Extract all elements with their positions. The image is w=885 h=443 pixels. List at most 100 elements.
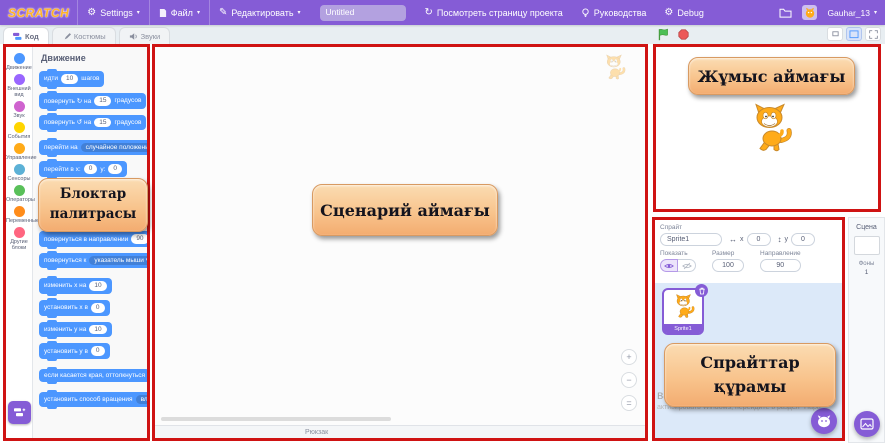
stage-selector[interactable]: Сцена Фоны 1 <box>848 217 885 443</box>
sprite-size-input[interactable]: 100 <box>712 259 744 272</box>
see-project-page-button[interactable]: ↻ Посмотреть страницу проекта <box>416 0 572 25</box>
tutorials-button[interactable]: Руководства <box>572 0 656 25</box>
project-name-input[interactable]: Untitled <box>319 4 406 21</box>
category-item[interactable]: Звук <box>6 101 32 119</box>
chevron-down-icon: ▾ <box>873 10 877 16</box>
annotation-script-area: Сценарий аймағы <box>312 184 498 236</box>
palette-block[interactable]: повернуть ↺ на 15 градусов <box>39 112 147 133</box>
palette-block[interactable]: если касается края, оттолкнуться <box>39 367 147 385</box>
fullscreen-button[interactable] <box>865 27 881 41</box>
avatar[interactable] <box>802 5 818 20</box>
category-label: Операторы <box>6 197 35 204</box>
block-input[interactable]: 10 <box>89 324 107 335</box>
green-flag-button[interactable] <box>657 28 670 41</box>
category-label: Сенсоры <box>7 176 31 183</box>
large-stage-button[interactable] <box>846 27 862 41</box>
category-item[interactable]: События <box>6 122 32 140</box>
block-dropdown[interactable]: влево-вправо <box>135 395 147 405</box>
category-item[interactable]: Операторы <box>6 185 35 204</box>
small-stage-button[interactable] <box>827 27 843 41</box>
tab-sounds-label: Звуки <box>140 31 161 41</box>
category-item[interactable]: Другие блоки <box>6 227 32 251</box>
palette-block[interactable]: изменить y на 10 <box>39 319 112 340</box>
menu-settings[interactable]: ⚙ Settings ▾ <box>77 0 149 25</box>
category-item[interactable]: Управление <box>6 143 37 161</box>
folder-icon[interactable] <box>779 7 792 18</box>
palette-block[interactable]: повернуться к указатель мыши <box>39 250 147 270</box>
tab-code[interactable]: Код <box>3 27 49 44</box>
tab-sounds[interactable]: Звуки <box>118 27 171 44</box>
menu-bar: SCRATCH ⚙ Settings ▾ Файл ▾ ✎ Редактиров… <box>0 0 885 25</box>
sprite-name-input[interactable]: Sprite1 <box>660 233 722 246</box>
category-item[interactable]: Сенсоры <box>6 164 32 182</box>
size-label: Размер <box>712 250 735 257</box>
sprite-x-input[interactable]: 0 <box>746 233 771 246</box>
block-text: y: <box>100 165 106 173</box>
zoom-button[interactable]: + <box>621 349 637 365</box>
sprite-y-input[interactable]: 0 <box>791 233 815 246</box>
menu-file[interactable]: Файл ▾ <box>148 0 209 25</box>
user-menu[interactable]: Gauhar_13 ▾ <box>827 8 877 18</box>
block-input[interactable]: 10 <box>89 280 107 291</box>
tutorials-label: Руководства <box>593 7 647 18</box>
stop-button[interactable] <box>678 29 689 40</box>
palette-block[interactable]: идти 10 шагов <box>39 69 105 89</box>
speaker-icon <box>129 32 138 41</box>
tab-costumes[interactable]: Костюмы <box>51 27 116 44</box>
horizontal-arrows-icon: ↔ <box>729 235 737 244</box>
palette-block[interactable]: повернуть ↻ на 15 градусов <box>39 90 147 111</box>
debug-button[interactable]: ⚙ Debug <box>655 0 713 25</box>
palette-block[interactable]: установить x в0 <box>39 297 110 318</box>
y-label: y <box>784 236 789 243</box>
sprite-panel: Спрайт Sprite1 ↔ x 0 ↕ y 0 Показать Разм… <box>652 217 845 441</box>
palette-block[interactable]: перейти в x: 0 y: 0 <box>39 159 128 179</box>
block-input[interactable]: 0 <box>83 164 98 175</box>
palette-block[interactable]: перейти на случайное положение <box>39 138 147 158</box>
annotation-text: Сценарий аймағы <box>320 200 490 220</box>
backpack-label: Рюкзак <box>305 428 329 436</box>
backdrops-label: Фоны <box>858 261 875 267</box>
block-input[interactable]: 90 <box>131 234 147 244</box>
backdrop-thumbnail[interactable] <box>853 236 880 255</box>
zoom-button[interactable]: = <box>621 395 637 411</box>
scratch-logo[interactable]: SCRATCH <box>8 6 69 20</box>
category-item[interactable]: Внешний вид <box>6 74 32 98</box>
block-input[interactable]: 15 <box>94 117 112 128</box>
backpack-bar[interactable]: Рюкзак <box>155 425 645 438</box>
annotation-block-palette: Блоктар палитрасы <box>38 178 148 232</box>
palette-block[interactable]: повернуться в направлении 90 <box>39 229 147 249</box>
block-text: повернуться к <box>44 256 87 264</box>
sprite-on-stage[interactable] <box>745 101 795 154</box>
block-input[interactable]: 0 <box>90 346 105 357</box>
lightbulb-icon <box>581 8 590 18</box>
add-backdrop-button[interactable] <box>853 411 880 437</box>
hide-sprite-button[interactable] <box>678 259 696 272</box>
category-item[interactable]: Движение <box>6 53 32 71</box>
category-color-dot <box>13 227 25 239</box>
show-label: Показать <box>660 250 688 257</box>
horizontal-scrollbar[interactable] <box>161 417 391 421</box>
delete-sprite-button[interactable] <box>695 284 708 297</box>
paintbrush-icon <box>62 32 71 41</box>
palette-block[interactable]: изменить x на 10 <box>39 276 112 296</box>
block-dropdown[interactable]: указатель мыши <box>89 255 147 265</box>
block-input[interactable]: 10 <box>61 74 79 84</box>
sprite-card[interactable]: Sprite1 <box>662 284 708 335</box>
category-item[interactable]: Переменные <box>6 206 39 224</box>
palette-block[interactable]: установить способ вращениявлево-вправо <box>39 390 147 410</box>
menu-edit[interactable]: ✎ Редактировать ▾ <box>208 0 310 25</box>
block-input[interactable]: 0 <box>90 302 105 313</box>
block-dropdown[interactable]: случайное положение <box>80 143 147 153</box>
add-extension-button[interactable] <box>8 401 31 424</box>
sprite-direction-input[interactable]: 90 <box>760 259 801 272</box>
show-sprite-button[interactable] <box>660 259 678 272</box>
annotation-text: құрамы <box>713 377 787 396</box>
zoom-button[interactable]: − <box>621 372 637 388</box>
block-input[interactable]: 15 <box>94 95 112 106</box>
annotation-text: Спрайттар <box>700 353 800 372</box>
block-input[interactable]: 0 <box>108 164 123 175</box>
script-area[interactable]: + − = Рюкзак <box>152 44 648 441</box>
palette-block[interactable]: установить y в0 <box>39 341 110 361</box>
block-text: установить способ вращения <box>44 396 133 404</box>
add-sprite-button[interactable] <box>811 408 837 434</box>
